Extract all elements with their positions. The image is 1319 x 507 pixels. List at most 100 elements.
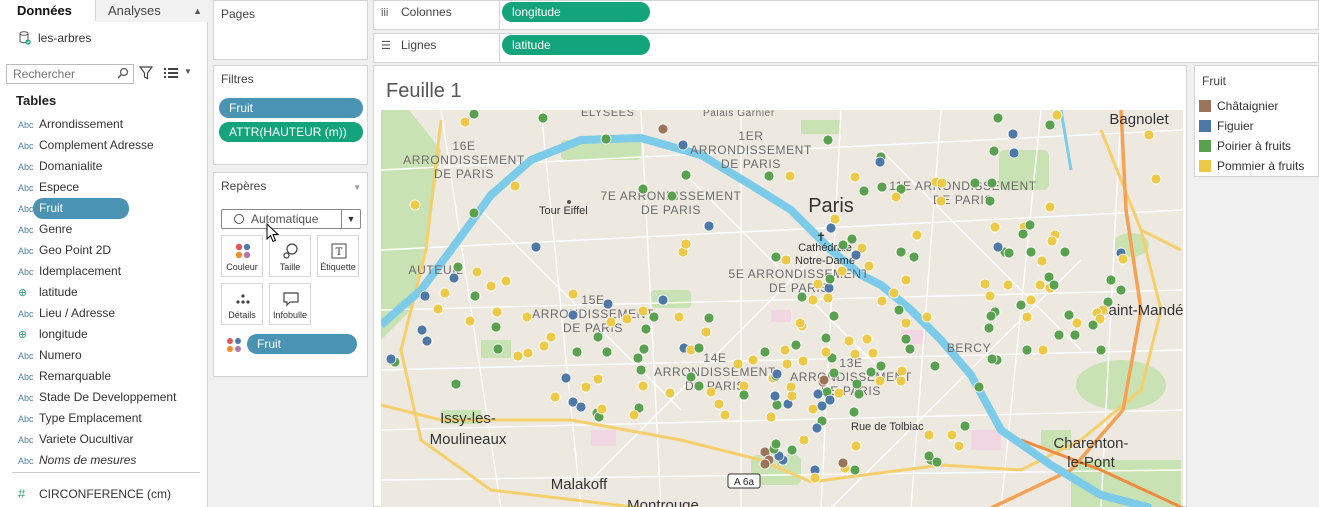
tree-point[interactable]: [796, 291, 808, 303]
tree-point[interactable]: [605, 316, 617, 328]
tree-point[interactable]: [635, 364, 647, 376]
tree-point[interactable]: [1036, 255, 1048, 267]
field-item[interactable]: ⊕ longitude: [12, 324, 204, 345]
filter-icon[interactable]: [138, 66, 154, 83]
field-item[interactable]: Abc Espece: [12, 177, 204, 198]
tree-point[interactable]: [1044, 119, 1056, 131]
tree-point[interactable]: [911, 229, 923, 241]
tree-point[interactable]: [863, 260, 875, 272]
tree-point[interactable]: [732, 358, 744, 370]
tree-point[interactable]: [874, 375, 886, 387]
tree-point[interactable]: [1150, 173, 1162, 185]
tree-point[interactable]: [738, 389, 750, 401]
tree-point[interactable]: [867, 347, 879, 359]
tree-point[interactable]: [1025, 294, 1037, 306]
tree-point[interactable]: [1105, 274, 1117, 286]
tooltip-button[interactable]: Infobulle: [269, 283, 311, 325]
field-item[interactable]: Abc Numero: [12, 345, 204, 366]
tree-point[interactable]: [837, 457, 849, 469]
tree-point[interactable]: [1044, 201, 1056, 213]
tree-point[interactable]: [833, 387, 845, 399]
tree-point[interactable]: [747, 354, 759, 366]
field-item[interactable]: Abc Geo Point 2D: [12, 240, 204, 261]
tree-point[interactable]: [849, 464, 861, 476]
tree-point[interactable]: [888, 287, 900, 299]
tree-point[interactable]: [1017, 228, 1029, 240]
tree-point[interactable]: [468, 110, 480, 120]
tree-point[interactable]: [900, 333, 912, 345]
tree-point[interactable]: [469, 290, 481, 302]
tree-point[interactable]: [836, 265, 848, 277]
tree-point[interactable]: [632, 352, 644, 364]
chevron-down-icon[interactable]: ▼: [184, 67, 192, 76]
tree-point[interactable]: [797, 355, 809, 367]
tree-point[interactable]: [468, 207, 480, 219]
tree-point[interactable]: [929, 360, 941, 372]
tree-point[interactable]: [770, 438, 782, 450]
tree-point[interactable]: [823, 282, 835, 294]
tree-point[interactable]: [812, 388, 824, 400]
tree-point[interactable]: [779, 344, 791, 356]
tree-point[interactable]: [703, 312, 715, 324]
tree-point[interactable]: [1069, 329, 1081, 341]
tree-point[interactable]: [521, 311, 533, 323]
tree-point[interactable]: [1051, 110, 1063, 121]
tree-point[interactable]: [1095, 344, 1107, 356]
tree-point[interactable]: [908, 251, 920, 263]
tree-point[interactable]: [876, 181, 888, 193]
tree-point[interactable]: [923, 429, 935, 441]
tree-point[interactable]: [1021, 344, 1033, 356]
tree-point[interactable]: [781, 358, 793, 370]
tree-point[interactable]: [485, 280, 497, 292]
legend-item[interactable]: Figuier: [1199, 117, 1254, 135]
tree-point[interactable]: [794, 317, 806, 329]
tree-point[interactable]: [895, 246, 907, 258]
chevron-down-icon[interactable]: ▼: [341, 210, 360, 228]
tree-point[interactable]: [1025, 246, 1037, 258]
tree-point[interactable]: [828, 367, 840, 379]
tree-point[interactable]: [921, 311, 933, 323]
marks-menu-icon[interactable]: ▼: [353, 183, 361, 192]
tree-point[interactable]: [984, 290, 996, 302]
tree-point[interactable]: [850, 249, 862, 261]
tree-point[interactable]: [592, 373, 604, 385]
tree-point[interactable]: [785, 381, 797, 393]
tree-point[interactable]: [843, 335, 855, 347]
tree-point[interactable]: [969, 177, 981, 189]
legend-item[interactable]: Pommier à fruits: [1199, 157, 1304, 175]
tree-point[interactable]: [693, 342, 705, 354]
tree-point[interactable]: [596, 403, 608, 415]
tree-point[interactable]: [522, 347, 534, 359]
tree-point[interactable]: [851, 378, 863, 390]
tree-point[interactable]: [637, 380, 649, 392]
tree-point[interactable]: [848, 406, 860, 418]
tree-point[interactable]: [771, 368, 783, 380]
tree-point[interactable]: [790, 339, 802, 351]
list-view-icon[interactable]: [164, 67, 180, 82]
tree-point[interactable]: [459, 116, 471, 128]
tree-point[interactable]: [637, 183, 649, 195]
tree-point[interactable]: [680, 169, 692, 181]
tree-point[interactable]: [677, 139, 689, 151]
tree-point[interactable]: [738, 380, 750, 392]
tree-point[interactable]: [1034, 279, 1046, 291]
tree-point[interactable]: [637, 305, 649, 317]
tree-point[interactable]: [685, 371, 697, 383]
pages-card[interactable]: Pages: [213, 0, 368, 60]
tree-point[interactable]: [693, 380, 705, 392]
tree-point[interactable]: [798, 434, 810, 446]
field-item[interactable]: Abc Remarquable: [12, 366, 204, 387]
tree-point[interactable]: [1002, 279, 1014, 291]
tree-point[interactable]: [822, 292, 834, 304]
tree-point[interactable]: [973, 381, 985, 393]
field-search[interactable]: [6, 64, 134, 84]
tree-point[interactable]: [580, 381, 592, 393]
tree-point[interactable]: [419, 290, 431, 302]
tree-point[interactable]: [530, 241, 542, 253]
tree-point[interactable]: [759, 458, 771, 470]
tree-point[interactable]: [628, 409, 640, 421]
tree-point[interactable]: [780, 254, 792, 266]
field-item[interactable]: Abc Idemplacement: [12, 261, 204, 282]
tree-point[interactable]: [1024, 219, 1036, 231]
tree-point[interactable]: [560, 372, 572, 384]
